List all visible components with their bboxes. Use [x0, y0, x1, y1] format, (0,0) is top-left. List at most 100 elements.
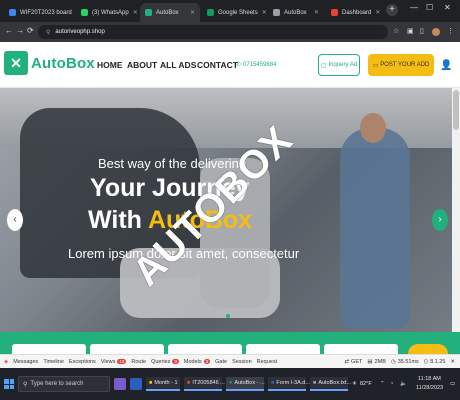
post-ad-icon: ▭	[372, 62, 379, 69]
window-app-icon: ■	[149, 380, 153, 386]
browser-tab[interactable]: Dashboard ✕	[326, 3, 384, 22]
browser-tab[interactable]: (3) WhatsApp ✕	[76, 3, 138, 22]
category-strip	[0, 332, 460, 354]
clock-time[interactable]: 11:18 AM	[418, 376, 441, 382]
maximize-icon[interactable]: ☐	[426, 3, 433, 12]
slider-dot[interactable]	[226, 314, 230, 318]
tab-favicon-icon	[207, 9, 214, 16]
nav-contact[interactable]: CONTACT	[197, 60, 238, 70]
taskbar-window[interactable]: ■ AutoBox.txt...	[310, 377, 351, 391]
memory-usage: ▤ 2MB	[367, 358, 386, 365]
taskbar-window[interactable]: ■ Form I-3A.d...	[268, 377, 310, 391]
hero-slider: Best way of the delivering Your Journey …	[0, 88, 460, 332]
taskbar-search-input[interactable]: ⚲ Type here to search	[18, 376, 110, 392]
debugbar-logo-icon[interactable]: ◈	[4, 359, 8, 365]
profile-avatar[interactable]	[432, 28, 440, 36]
scrollbar-thumb[interactable]	[453, 90, 459, 130]
nav-about[interactable]: ABOUT	[127, 60, 157, 70]
debug-tab-exceptions[interactable]: Exceptions	[69, 359, 96, 365]
debug-tab-request[interactable]: Request	[257, 359, 278, 365]
inquiry-ad-button[interactable]: ▢ Inquery Ad	[318, 54, 360, 76]
windows-taskbar: ⚲ Type here to search ■ Month - 1 ■ IT2005…	[0, 368, 460, 400]
browser-tab-active[interactable]: AutoBox ✕	[140, 3, 200, 22]
address-bar[interactable]: ⚲ autoriveophp.shop	[38, 25, 388, 39]
user-account-icon[interactable]: 👤	[440, 60, 452, 71]
slider-prev-button[interactable]: ‹	[7, 209, 23, 231]
clock-icon: ◷	[390, 358, 396, 365]
category-card[interactable]	[324, 344, 398, 354]
debugbar-close-icon[interactable]: ✕	[450, 359, 455, 365]
notifications-icon[interactable]: ▭	[450, 381, 455, 387]
browser-menu-icon[interactable]: ⋮	[447, 27, 454, 35]
taskbar-window[interactable]: ■ IT2005846 ...	[184, 377, 225, 391]
category-card[interactable]	[12, 344, 86, 354]
debug-tab-gate[interactable]: Gate	[215, 359, 227, 365]
debug-tab-session[interactable]: Session	[232, 359, 252, 365]
windows-start-icon[interactable]	[4, 379, 14, 389]
reload-icon[interactable]: ⟳	[27, 26, 34, 35]
volume-icon[interactable]: 🔈	[400, 381, 407, 387]
browser-toolbar: ← → ⟳ ⚲ autoriveophp.shop ☆ ▣ ▯ ⋮	[0, 22, 460, 42]
debug-tab-timeline[interactable]: Timeline	[43, 359, 64, 365]
search-icon: ⚲	[23, 381, 28, 388]
window-app-icon: ■	[187, 380, 191, 386]
logo-tools-icon: ✕	[4, 51, 28, 75]
close-tab-icon[interactable]: ✕	[190, 9, 195, 16]
memory-icon: ▤	[367, 358, 373, 365]
url-text: autoriveophp.shop	[55, 29, 105, 35]
views-count-badge: 13	[117, 359, 127, 364]
taskbar-app-icon[interactable]	[114, 378, 126, 390]
category-card[interactable]	[90, 344, 164, 354]
debug-tab-route[interactable]: Route	[131, 359, 146, 365]
sidepanel-icon[interactable]: ▯	[420, 27, 424, 35]
category-card[interactable]	[168, 344, 242, 354]
tray-chevron-icon[interactable]: ⌃	[380, 381, 385, 387]
taskbar-app-icon[interactable]	[130, 378, 142, 390]
php-version: ⟨⟩ 8.1.25	[423, 358, 446, 365]
extensions-icon[interactable]: ▣	[407, 27, 414, 35]
close-tab-icon[interactable]: ✕	[262, 9, 266, 16]
nav-all-ads[interactable]: ALL ADS	[160, 60, 196, 70]
close-window-icon[interactable]: ✕	[444, 3, 451, 12]
debug-tab-models[interactable]: Models 3	[184, 359, 211, 365]
slider-next-button[interactable]: ›	[432, 209, 448, 231]
nav-home[interactable]: HOME	[97, 60, 123, 70]
site-info-icon[interactable]: ⚲	[46, 29, 50, 36]
weather-icon[interactable]: ☀	[352, 381, 357, 387]
page-scrollbar[interactable]	[452, 88, 460, 332]
tab-favicon-icon	[81, 9, 88, 16]
browser-tab[interactable]: Google Sheets ✕	[202, 3, 266, 22]
tab-favicon-icon	[273, 9, 280, 16]
tab-favicon-icon	[145, 9, 152, 16]
close-tab-icon[interactable]: ✕	[133, 9, 138, 16]
debug-tab-messages[interactable]: Messages	[13, 359, 38, 365]
forward-icon[interactable]: →	[16, 26, 24, 35]
tab-favicon-icon	[9, 9, 16, 16]
minimize-icon[interactable]: —	[410, 3, 418, 12]
bookmark-star-icon[interactable]: ☆	[393, 27, 399, 35]
window-app-icon: ■	[271, 380, 275, 386]
network-icon[interactable]: ◔	[390, 381, 393, 387]
debug-tab-views[interactable]: Views 13	[101, 359, 127, 365]
back-icon[interactable]: ←	[5, 26, 13, 35]
phone-contact[interactable]: ✆ 0715459884	[236, 61, 276, 69]
site-header: ✕ AutoBox HOME ABOUT ALL ADS CONTACT ✆ 0…	[0, 42, 460, 88]
browser-tab[interactable]: WIF20T2023 board ✕	[4, 3, 74, 22]
category-card[interactable]	[246, 344, 320, 354]
close-tab-icon[interactable]: ✕	[375, 9, 380, 16]
browser-tab[interactable]: AutoBox ✕	[268, 3, 324, 22]
request-method: ⇄ GET	[344, 358, 363, 365]
debug-tab-queries[interactable]: Queries 3	[151, 359, 179, 365]
category-card-highlight[interactable]	[408, 344, 448, 354]
taskbar-window[interactable]: ■ Month - 1	[146, 377, 180, 391]
clock-date[interactable]: 11/28/2023	[416, 385, 443, 391]
request-icon: ⇄	[344, 358, 350, 365]
window-app-icon: ●	[229, 380, 233, 386]
taskbar-window-active[interactable]: ● AutoBox - ...	[226, 377, 265, 391]
site-logo[interactable]: ✕ AutoBox	[4, 51, 95, 75]
tab-favicon-icon	[331, 9, 338, 16]
new-tab-icon[interactable]: +	[386, 4, 398, 16]
post-ad-button[interactable]: ▭ POST YOUR ADD	[368, 54, 434, 76]
close-tab-icon[interactable]: ✕	[314, 9, 319, 16]
window-app-icon: ■	[313, 380, 317, 386]
